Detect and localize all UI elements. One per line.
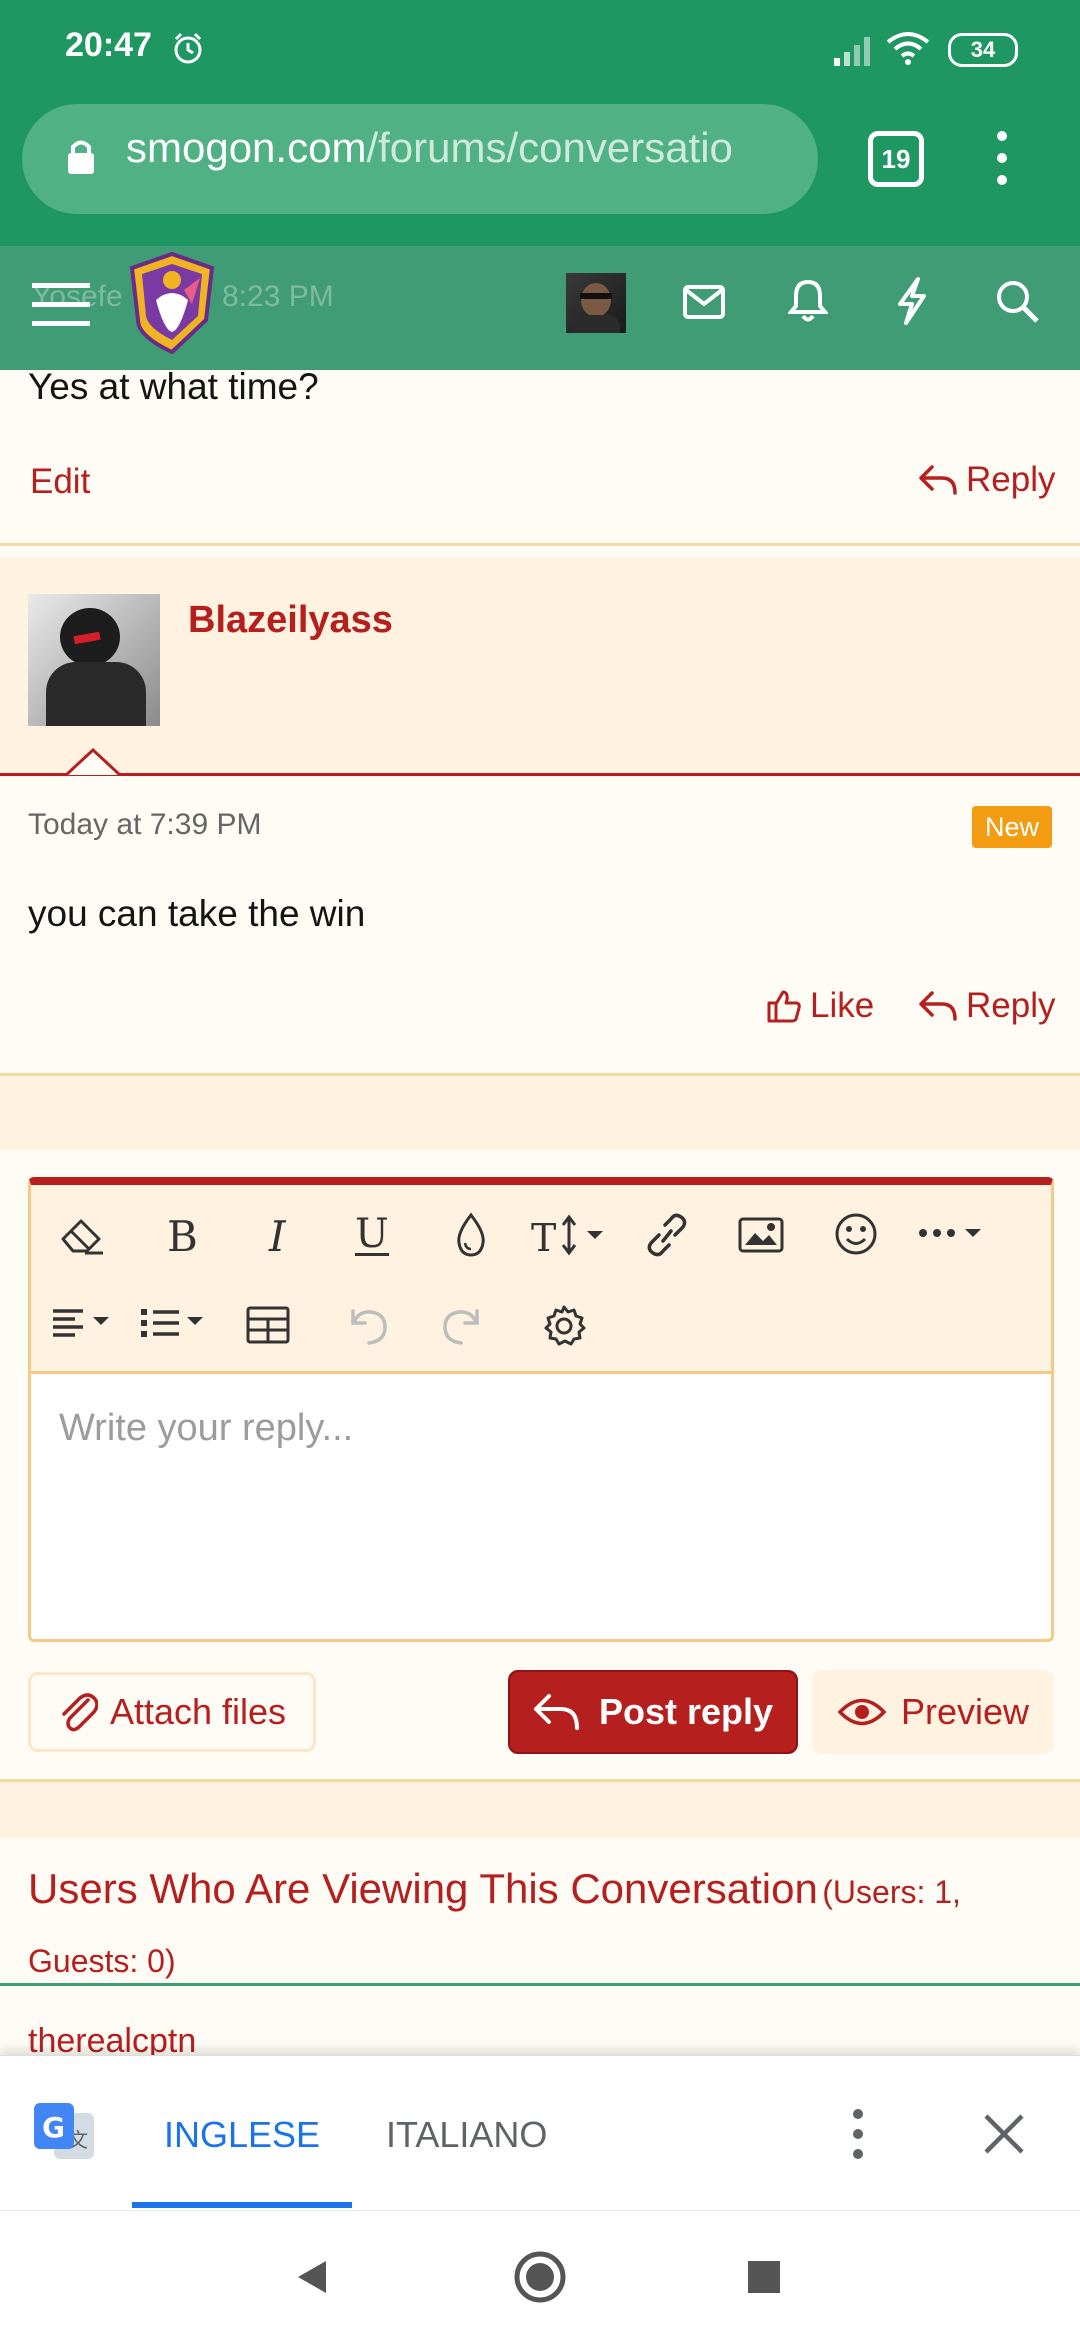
svg-text:G: G <box>42 2111 65 2144</box>
undo-icon[interactable] <box>343 1303 391 1347</box>
underline-icon[interactable]: U <box>351 1211 393 1259</box>
previous-reply-link[interactable]: Reply <box>918 460 1055 500</box>
status-time: 20:47 <box>65 26 152 64</box>
hamburger-menu-icon[interactable] <box>30 279 92 331</box>
previous-message-text: Yes at what time? <box>28 366 319 407</box>
preview-button[interactable]: Preview <box>812 1670 1054 1754</box>
viewers-divider <box>0 1983 1080 1986</box>
back-icon[interactable] <box>292 2257 332 2297</box>
home-icon[interactable] <box>512 2249 568 2305</box>
system-nav-bar <box>0 2210 1080 2341</box>
url-text: smogon.com/forums/conversatio <box>126 124 733 171</box>
emoji-icon[interactable] <box>833 1211 879 1257</box>
user-avatar[interactable] <box>566 273 626 333</box>
reply-input-placeholder[interactable]: Write your reply... <box>59 1407 353 1450</box>
lock-icon <box>68 140 94 174</box>
previous-reply-label: Reply <box>966 460 1056 499</box>
lightning-icon[interactable] <box>892 276 932 326</box>
message-text: you can take the win <box>28 893 366 934</box>
google-translate-icon[interactable]: 文 G <box>32 2101 96 2165</box>
post-reply-button[interactable]: Post reply <box>508 1670 798 1754</box>
edit-link[interactable]: Edit <box>30 462 90 502</box>
font-size-icon[interactable]: T <box>529 1213 613 1257</box>
more-options-icon[interactable] <box>917 1221 989 1245</box>
color-drop-icon[interactable] <box>451 1211 491 1259</box>
divider <box>0 543 1080 546</box>
redo-icon[interactable] <box>439 1303 487 1347</box>
reply-label: Reply <box>966 986 1056 1025</box>
eraser-icon[interactable] <box>59 1215 105 1255</box>
image-icon[interactable] <box>737 1215 785 1255</box>
browser-toolbar: smogon.com/forums/conversatio 19 <box>0 96 1080 246</box>
site-logo[interactable] <box>126 250 218 354</box>
previous-message-time-partial: 8:23 PM <box>222 280 334 313</box>
editor-toolbar: B I U T <box>31 1185 1051 1374</box>
svg-text:T: T <box>531 1216 556 1257</box>
viewers-block: Users Who Are Viewing This Conversation … <box>28 1858 1048 1999</box>
author-name[interactable]: Blazeilyass <box>188 599 393 642</box>
post-reply-label: Post reply <box>598 1691 774 1732</box>
bell-icon[interactable] <box>788 278 828 324</box>
spacer-band <box>0 1782 1080 1838</box>
attach-files-button[interactable]: Attach files <box>28 1672 316 1752</box>
viewers-title: Users Who Are Viewing This Conversation <box>28 1865 818 1912</box>
reply-icon <box>533 1694 579 1730</box>
inbox-icon[interactable] <box>682 284 726 320</box>
active-tab-indicator <box>132 2202 352 2208</box>
align-icon[interactable] <box>49 1303 121 1343</box>
reply-icon <box>919 991 957 1021</box>
tab-switcher-button[interactable]: 19 <box>868 131 924 187</box>
bold-icon[interactable]: B <box>163 1213 203 1257</box>
wifi-icon <box>886 32 930 65</box>
speech-arrow <box>66 748 120 776</box>
spacer-band <box>0 1076 1080 1150</box>
link-icon[interactable] <box>643 1213 691 1257</box>
thumbs-up-icon <box>767 990 801 1023</box>
recents-icon[interactable] <box>744 2257 784 2297</box>
url-bar[interactable]: smogon.com/forums/conversatio <box>22 104 818 214</box>
attach-files-label: Attach files <box>109 1691 287 1732</box>
svg-text:I: I <box>268 1213 287 1257</box>
settings-gear-icon[interactable] <box>541 1303 587 1349</box>
table-icon[interactable] <box>245 1305 291 1345</box>
translate-menu-icon[interactable] <box>846 2106 870 2162</box>
preview-label: Preview <box>900 1691 1030 1732</box>
paperclip-icon <box>62 1693 98 1732</box>
search-icon[interactable] <box>994 278 1040 324</box>
reply-link[interactable]: Reply <box>918 986 1055 1026</box>
battery-level: 34 <box>970 37 996 62</box>
like-label: Like <box>810 986 875 1025</box>
svg-text:U: U <box>355 1211 389 1257</box>
battery-indicator: 34 <box>948 33 1018 67</box>
browser-menu-icon[interactable] <box>990 126 1014 190</box>
message-header-border <box>0 773 1080 776</box>
status-bar: 20:47 34 <box>0 0 1080 96</box>
like-link[interactable]: Like <box>766 986 874 1026</box>
italic-icon[interactable]: I <box>263 1213 297 1257</box>
eye-icon <box>837 1698 887 1726</box>
tab-inglese[interactable]: INGLESE <box>164 2114 320 2156</box>
reply-icon <box>919 465 957 495</box>
message-time: Today at 7:39 PM <box>28 808 262 841</box>
svg-text:B: B <box>167 1213 198 1257</box>
reply-editor: B I U T Write your reply... <box>28 1177 1054 1642</box>
site-header: Yosefe 8:23 PM <box>0 246 1080 370</box>
message-header: Blazeilyass <box>0 557 1080 775</box>
tab-italiano[interactable]: ITALIANO <box>386 2114 547 2156</box>
translate-bar: 文 G INGLESE ITALIANO <box>0 2055 1080 2211</box>
alarm-icon <box>174 32 202 64</box>
list-icon[interactable] <box>139 1303 215 1343</box>
close-icon[interactable] <box>982 2112 1026 2156</box>
author-avatar[interactable] <box>28 594 160 726</box>
signal-icon <box>834 37 870 66</box>
new-badge: New <box>972 806 1052 848</box>
